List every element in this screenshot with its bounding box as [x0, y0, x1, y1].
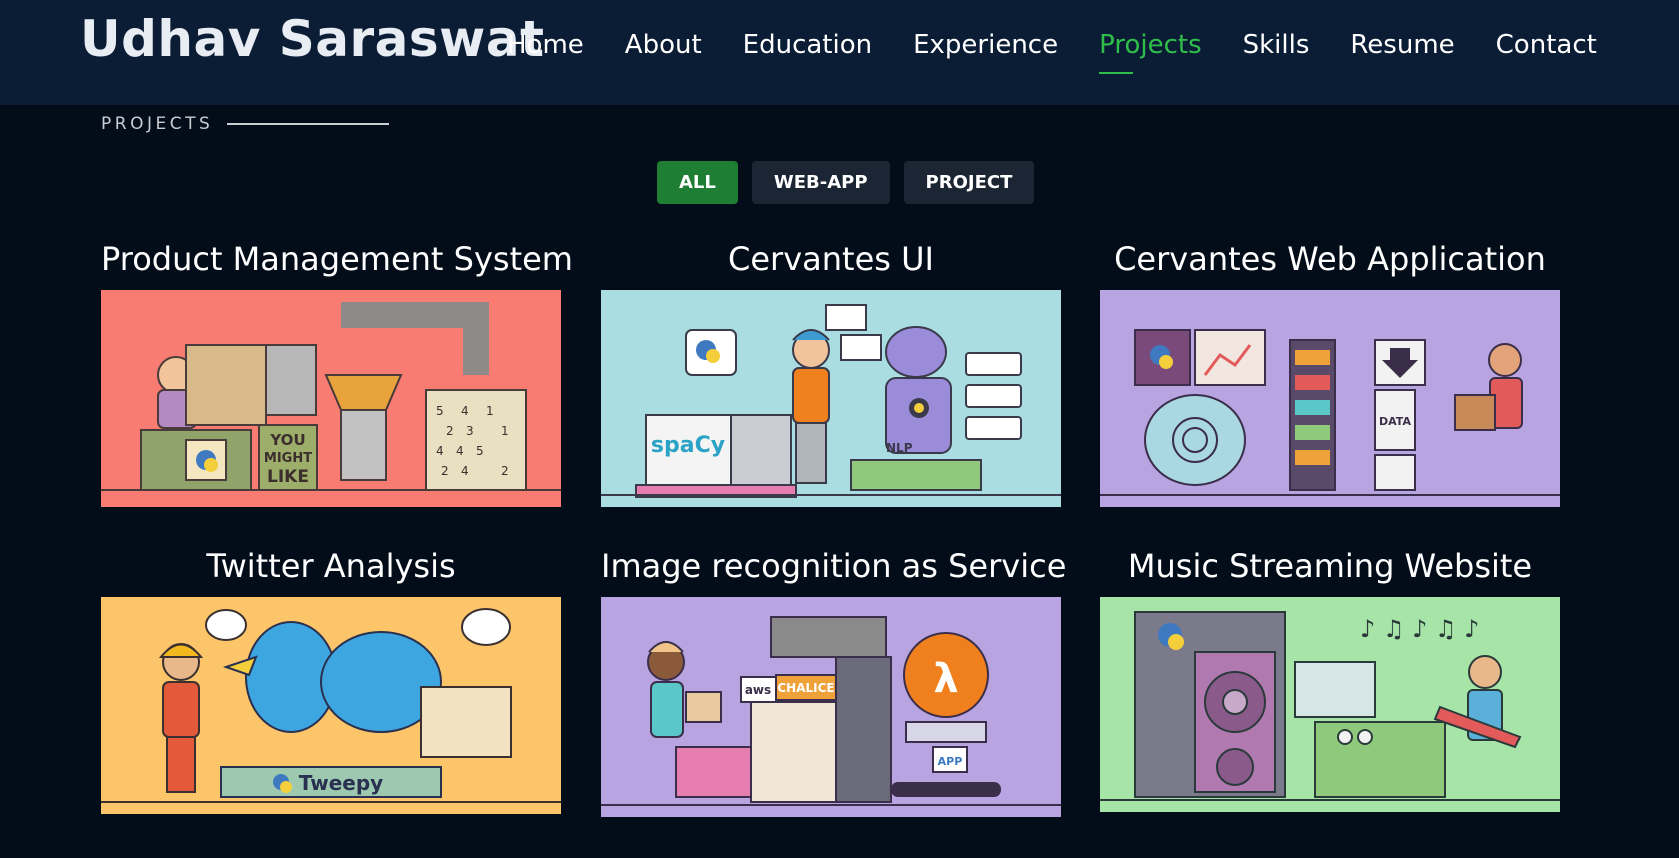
- project-thumbnail[interactable]: ♪ ♫ ♪ ♫ ♪: [1100, 597, 1560, 812]
- svg-text:2: 2: [441, 464, 449, 478]
- nav-resume[interactable]: Resume: [1350, 30, 1454, 60]
- section-heading: PROJECTS: [101, 114, 390, 134]
- svg-text:2: 2: [501, 464, 509, 478]
- svg-text:5: 5: [436, 404, 444, 418]
- svg-text:3: 3: [466, 424, 474, 438]
- svg-text:LIKE: LIKE: [267, 467, 309, 487]
- project-filters: ALL WEB-APP PROJECT: [657, 161, 1048, 204]
- svg-text:MIGHT: MIGHT: [264, 451, 312, 466]
- project-card[interactable]: Cervantes Web Application DATA: [1100, 238, 1560, 507]
- svg-text:DATA: DATA: [1379, 415, 1411, 428]
- nav-education[interactable]: Education: [743, 30, 872, 60]
- svg-text:1: 1: [501, 424, 509, 438]
- svg-text:4: 4: [461, 464, 469, 478]
- project-title[interactable]: Image recognition as Service: [601, 545, 1066, 587]
- project-title[interactable]: Cervantes Web Application: [1100, 238, 1560, 280]
- section-title-divider: [227, 123, 390, 125]
- svg-text:λ: λ: [933, 656, 958, 702]
- nav-home[interactable]: Home: [507, 30, 584, 60]
- project-thumbnail[interactable]: spaCy NLP: [601, 290, 1061, 507]
- project-title[interactable]: Product Management System: [101, 238, 573, 280]
- project-thumbnail[interactable]: Tweepy: [101, 597, 561, 814]
- svg-text:aws: aws: [745, 683, 771, 697]
- svg-text:YOU: YOU: [269, 431, 305, 449]
- svg-text:4: 4: [436, 444, 444, 458]
- svg-text:2: 2: [446, 424, 454, 438]
- svg-text:5: 5: [476, 444, 484, 458]
- site-header: Udhav Saraswat Home About Education Expe…: [0, 0, 1679, 105]
- section-title-text: PROJECTS: [101, 114, 214, 134]
- project-thumbnail[interactable]: YOU MIGHT LIKE 541 231 445 242: [101, 290, 561, 507]
- project-thumbnail[interactable]: aws CHALICE λ APP: [601, 597, 1061, 817]
- data-server-illustration: DATA: [1100, 290, 1560, 507]
- nav-about[interactable]: About: [625, 30, 702, 60]
- brand-logo[interactable]: Udhav Saraswat: [80, 10, 544, 68]
- project-title[interactable]: Music Streaming Website: [1100, 545, 1560, 587]
- filter-project-button[interactable]: PROJECT: [903, 161, 1035, 204]
- python-factory-illustration: YOU MIGHT LIKE 541 231 445 242: [101, 290, 561, 507]
- project-card[interactable]: Image recognition as Service aws CHALICE…: [601, 545, 1066, 817]
- nav-experience[interactable]: Experience: [913, 30, 1058, 60]
- svg-text:♪ ♫ ♪ ♫ ♪: ♪ ♫ ♪ ♫ ♪: [1360, 615, 1480, 643]
- filter-all-button[interactable]: ALL: [657, 161, 738, 204]
- svg-text:4: 4: [461, 404, 469, 418]
- svg-text:4: 4: [456, 444, 464, 458]
- nav-projects[interactable]: Projects: [1099, 30, 1202, 74]
- project-thumbnail[interactable]: DATA: [1100, 290, 1560, 507]
- project-card[interactable]: Music Streaming Website ♪ ♫ ♪ ♫ ♪: [1100, 545, 1560, 812]
- svg-text:CHALICE: CHALICE: [777, 681, 834, 695]
- main-nav: Home About Education Experience Projects…: [507, 0, 1597, 90]
- nav-skills[interactable]: Skills: [1243, 30, 1310, 60]
- nav-contact[interactable]: Contact: [1496, 30, 1597, 60]
- svg-text:spaCy: spaCy: [651, 433, 725, 458]
- tweepy-bird-illustration: Tweepy: [101, 597, 561, 814]
- project-title[interactable]: Twitter Analysis: [101, 545, 561, 587]
- music-speaker-illustration: ♪ ♫ ♪ ♫ ♪: [1100, 597, 1560, 812]
- filter-webapp-button[interactable]: WEB-APP: [751, 161, 890, 204]
- project-title[interactable]: Cervantes UI: [601, 238, 1061, 280]
- project-card[interactable]: Twitter Analysis Tweepy: [101, 545, 561, 814]
- project-card[interactable]: Cervantes UI spaCy NLP: [601, 238, 1061, 507]
- spacy-nlp-robot-illustration: spaCy NLP: [601, 290, 1061, 507]
- svg-text:APP: APP: [938, 755, 963, 768]
- project-card[interactable]: Product Management System YOU MIGHT LIKE…: [101, 238, 573, 507]
- svg-text:NLP: NLP: [886, 441, 913, 455]
- svg-text:Tweepy: Tweepy: [299, 771, 383, 795]
- svg-text:1: 1: [486, 404, 494, 418]
- aws-lambda-illustration: aws CHALICE λ APP: [601, 597, 1061, 817]
